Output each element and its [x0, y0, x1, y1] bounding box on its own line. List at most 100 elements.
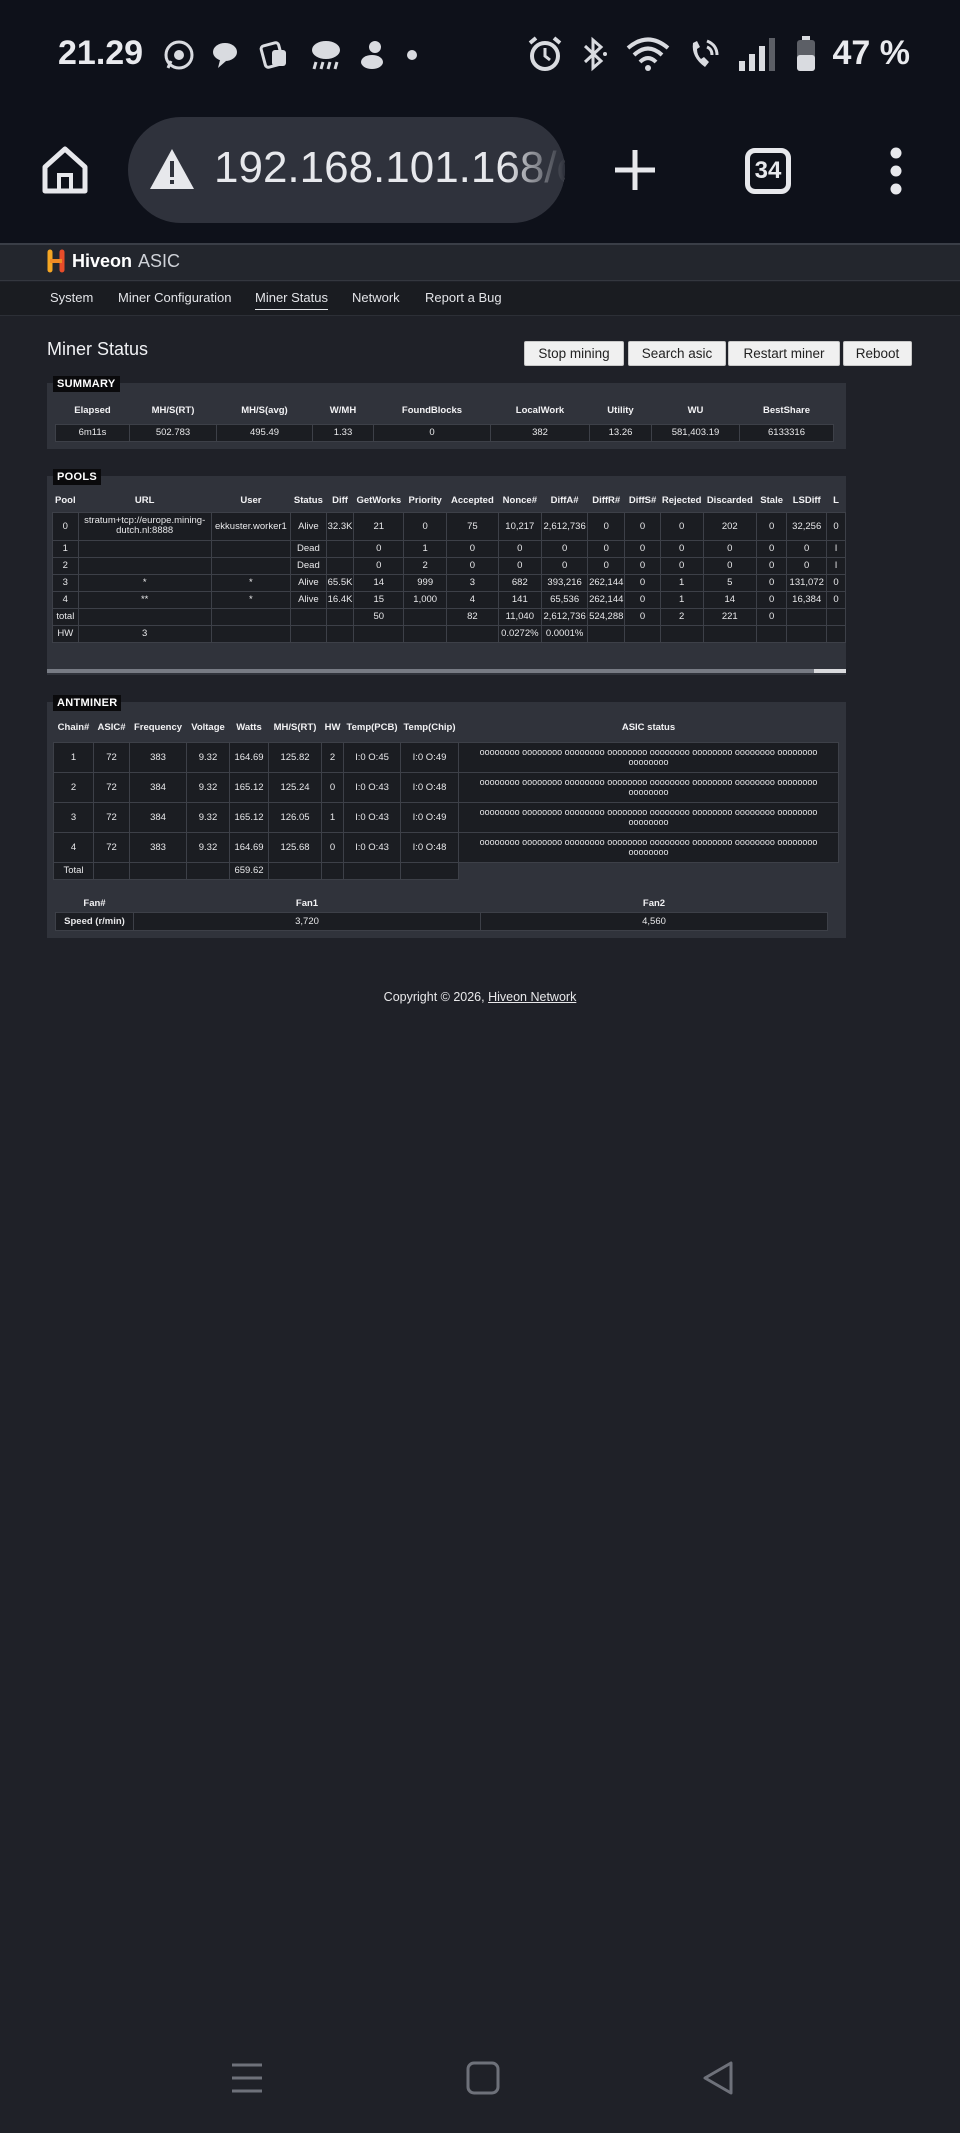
antminer-total-cell: 659.62	[229, 861, 269, 880]
pools-cell	[77, 539, 212, 558]
pools-cell: 0	[624, 590, 661, 609]
pools-cell: 202	[702, 511, 757, 541]
pools-cell: stratum+tcp://europe.mining-dutch.nl:888…	[77, 511, 212, 541]
antminer-cell: I:0 O:49	[400, 741, 459, 773]
pools-header: Pool	[55, 494, 76, 506]
antminer-cell: 2	[53, 771, 94, 803]
summary-header: WU	[687, 404, 704, 416]
new-tab-icon[interactable]	[613, 148, 657, 192]
antminer-header: Voltage	[191, 722, 225, 734]
fan1-speed: 3,720	[133, 911, 481, 931]
summary-section: SUMMARY Elapsed MH/S(RT) MH/S(avg) W/MH …	[47, 376, 846, 449]
home-icon[interactable]	[40, 145, 90, 195]
summary-cell: 1.33	[312, 423, 374, 442]
antminer-cell: 0	[321, 771, 344, 803]
table-row: total 50 82 11,040 2,612,736 524,288 0 2 221 0	[52, 607, 846, 626]
pools-cell: 0	[826, 590, 846, 609]
pools-cell: 0	[497, 556, 543, 575]
antminer-cell: 383	[129, 741, 187, 773]
restart-miner-button[interactable]: Restart miner	[728, 341, 840, 366]
antminer-cell: 125.68	[268, 831, 322, 863]
nav-network[interactable]: Network	[352, 290, 400, 305]
pools-header: Priority	[408, 494, 442, 506]
hiveon-network-link[interactable]: Hiveon Network	[488, 990, 576, 1004]
pools-cell: 14	[702, 590, 757, 609]
antminer-total-cell	[321, 861, 344, 880]
pools-scrollbar[interactable]	[47, 669, 846, 673]
antminer-total-cell	[400, 861, 459, 880]
pools-cell: 524,288	[587, 607, 626, 626]
pools-cell: 393,216	[541, 573, 589, 592]
antminer-header: Temp(PCB)	[346, 722, 398, 734]
pools-cell: 0.0272%	[497, 624, 543, 643]
pools-cell: 0	[624, 556, 661, 575]
address-bar[interactable]: 192.168.101.168/cg	[128, 117, 565, 223]
system-icons: 47 %	[527, 34, 910, 73]
antminer-cell: 9.32	[186, 741, 230, 773]
antminer-cell: I:0 O:48	[400, 831, 459, 863]
back-icon[interactable]	[700, 2060, 736, 2096]
pools-cell: 1,000	[403, 590, 448, 609]
not-secure-warning-icon[interactable]	[148, 147, 196, 191]
pools-cell	[325, 624, 355, 643]
pools-cell: 10,217	[497, 511, 543, 541]
antminer-cell: 1	[321, 801, 344, 833]
pools-cell: 0	[587, 539, 626, 558]
pools-scroll-area[interactable]: Pool URL User Status Diff GetWorks Priority Acc…	[52, 489, 846, 669]
nav-miner-status[interactable]: Miner Status	[255, 290, 328, 310]
pools-scrollbar-thumb[interactable]	[814, 669, 846, 673]
weather-rain-icon	[312, 41, 340, 70]
search-asic-button[interactable]: Search asic	[628, 341, 726, 366]
table-row: 4 72 383 9.32 164.69 125.68 0 I:0 O:43 I:0 O:48 o…	[53, 831, 839, 863]
stop-mining-button[interactable]: Stop mining	[524, 341, 624, 366]
summary-header: MH/S(RT)	[151, 404, 195, 416]
pools-cell: 2	[659, 607, 704, 626]
summary-cell: 581,403.19	[651, 423, 740, 442]
antminer-cell: 72	[93, 801, 130, 833]
nav-system[interactable]: System	[50, 290, 93, 305]
antminer-header: Chain#	[57, 722, 90, 734]
antminer-cell: 164.69	[229, 741, 269, 773]
pools-cell: 0	[624, 573, 661, 592]
asic-status-cell: oooooooo oooooooo oooooooo oooooooo oooo…	[458, 741, 839, 773]
hiveon-logo[interactable]: Hiveon ASIC	[46, 249, 180, 273]
table-row: Speed (r/min) 3,720 4,560	[55, 911, 828, 931]
pools-cell: 0	[755, 539, 788, 558]
pools-cell: 50	[353, 607, 405, 626]
tab-switcher-button[interactable]: 34	[745, 148, 791, 194]
pools-header: URL	[134, 494, 155, 506]
pools-header: Stale	[760, 494, 784, 506]
pools-cell	[325, 556, 355, 575]
notification-icons	[162, 38, 422, 72]
nav-report-bug[interactable]: Report a Bug	[425, 290, 502, 305]
pools-cell: 0	[826, 511, 846, 541]
pools-cell: 2,612,736	[541, 511, 589, 541]
home-nav-icon[interactable]	[465, 2060, 501, 2096]
antminer-total-cell: Total	[53, 861, 94, 880]
antminer-cell: 125.82	[268, 741, 322, 773]
antminer-header: ASIC status	[621, 722, 676, 734]
pools-cell	[290, 624, 327, 643]
pools-cell: I	[826, 539, 846, 558]
pools-header: Rejected	[661, 494, 702, 506]
antminer-cell: I:0 O:43	[343, 831, 401, 863]
browser-menu-icon[interactable]	[884, 147, 908, 197]
table-row: 3 72 384 9.32 165.12 126.05 1 I:0 O:43 I:0 O:49 o…	[53, 801, 839, 833]
bluetooth-icon	[583, 36, 607, 71]
table-row: 2 Dead 0 2 0 0 0 0 0 0 0 0 0 I	[52, 556, 846, 575]
nav-miner-configuration[interactable]: Miner Configuration	[118, 290, 231, 305]
antminer-cell: 72	[93, 741, 130, 773]
summary-table: Elapsed MH/S(RT) MH/S(avg) W/MH FoundBlo…	[55, 397, 834, 442]
pools-cell: 4	[446, 590, 499, 609]
pools-header: GetWorks	[356, 494, 402, 506]
teams-icon	[259, 41, 286, 69]
pools-cell: HW	[52, 624, 79, 643]
recent-apps-icon[interactable]	[229, 2060, 265, 2096]
antminer-cell: I:0 O:45	[343, 741, 401, 773]
pools-cell	[325, 607, 355, 626]
pools-cell	[702, 624, 757, 643]
pools-header: LSDiff	[792, 494, 821, 506]
pools-cell	[826, 607, 846, 626]
pools-cell: 0	[587, 556, 626, 575]
reboot-button[interactable]: Reboot	[843, 341, 912, 366]
